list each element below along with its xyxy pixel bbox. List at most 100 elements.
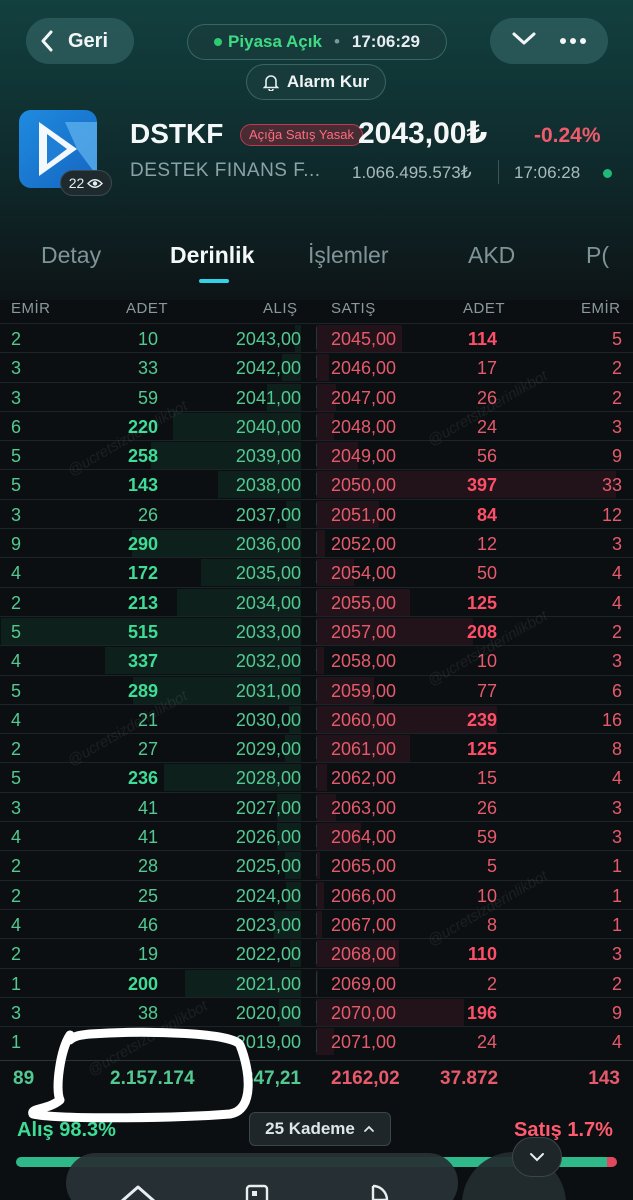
bid-qty-cell: 200 bbox=[127, 973, 158, 994]
ask-orders-cell: 16 bbox=[601, 709, 622, 730]
depth-row[interactable]: 2 10 2043,00 2045,00 114 5 bbox=[0, 323, 633, 352]
depth-table-header: EMİR ADET ALIŞ SATIŞ ADET EMİR bbox=[0, 293, 633, 323]
ask-orders-cell: 4 bbox=[611, 1032, 622, 1053]
ask-orders-cell: 12 bbox=[601, 504, 622, 525]
column-divider bbox=[316, 707, 317, 730]
tab-derinlik[interactable]: Derinlik bbox=[170, 242, 254, 269]
tab-islemler[interactable]: İşlemler bbox=[308, 242, 389, 269]
home-icon[interactable] bbox=[118, 1183, 158, 1200]
column-divider bbox=[316, 1030, 317, 1053]
column-divider bbox=[316, 825, 317, 848]
bid-orders-cell: 5 bbox=[11, 680, 22, 701]
depth-row[interactable]: 5 289 2031,00 2059,00 77 6 bbox=[0, 674, 633, 704]
depth-row[interactable]: 5 143 2038,00 2050,00 397 33 bbox=[0, 469, 633, 499]
back-button[interactable]: Geri bbox=[26, 18, 134, 64]
depth-row[interactable]: 4 41 2026,00 2064,00 59 3 bbox=[0, 821, 633, 851]
depth-row[interactable]: 3 26 2037,00 2051,00 84 12 bbox=[0, 498, 633, 528]
bid-price-cell: 2037,00 bbox=[235, 504, 301, 525]
bid-price-cell: 2025,00 bbox=[235, 856, 301, 877]
bid-orders-cell: 3 bbox=[11, 358, 22, 379]
viewers-badge: 22 bbox=[60, 170, 112, 196]
pie-chart-icon[interactable] bbox=[356, 1183, 390, 1200]
ask-volume-bar bbox=[316, 764, 328, 792]
volume: 1.066.495.573₺ bbox=[352, 163, 472, 182]
bid-price-cell: 2023,00 bbox=[235, 914, 301, 935]
bid-price-cell: 2042,00 bbox=[235, 358, 301, 379]
col-bid-price: ALIŞ bbox=[263, 300, 298, 317]
depth-row[interactable]: 1 200 2021,00 2069,00 2 2 bbox=[0, 967, 633, 997]
depth-row[interactable]: 6 220 2040,00 2048,00 24 3 bbox=[0, 410, 633, 440]
depth-row[interactable]: 4 21 2030,00 2060,00 239 16 bbox=[0, 703, 633, 733]
sell-ratio-fill bbox=[606, 1157, 617, 1167]
portfolio-icon[interactable] bbox=[244, 1183, 270, 1200]
bid-orders-cell: 2 bbox=[11, 885, 22, 906]
bell-icon bbox=[262, 75, 279, 91]
column-divider bbox=[316, 561, 317, 584]
ask-orders-cell: 3 bbox=[611, 827, 622, 848]
bid-orders-cell: 3 bbox=[11, 504, 22, 525]
bid-orders-cell: 4 bbox=[11, 563, 22, 584]
ask-orders-cell: 8 bbox=[611, 739, 622, 760]
col-bid-orders: EMİR bbox=[11, 300, 51, 317]
market-status-text: Piyasa Açık bbox=[228, 32, 322, 51]
ask-qty-cell: 125 bbox=[466, 739, 497, 760]
levels-selector[interactable]: 25 Kademe bbox=[249, 1112, 391, 1146]
bid-price-cell: 2022,00 bbox=[235, 944, 301, 965]
chevron-left-icon bbox=[41, 30, 53, 52]
market-open-dot bbox=[214, 38, 223, 46]
column-divider bbox=[316, 473, 317, 496]
bid-qty-cell: 289 bbox=[127, 680, 158, 701]
scroll-down-button[interactable] bbox=[512, 1137, 562, 1177]
column-divider bbox=[316, 356, 317, 379]
total-ask-orders: 143 bbox=[588, 1068, 620, 1089]
depth-row[interactable]: 4 337 2032,00 2058,00 10 3 bbox=[0, 645, 633, 675]
bid-qty-cell: 38 bbox=[137, 1002, 158, 1023]
bid-qty-cell: 19 bbox=[137, 944, 158, 965]
ask-volume-bar bbox=[316, 354, 329, 382]
depth-row[interactable]: 4 172 2035,00 2054,00 50 4 bbox=[0, 557, 633, 587]
more-options-icon[interactable] bbox=[559, 32, 587, 50]
col-ask-orders: EMİR bbox=[581, 300, 621, 317]
ask-orders-cell: 2 bbox=[611, 387, 622, 408]
column-divider bbox=[316, 971, 317, 994]
depth-row[interactable]: 4 46 2023,00 2067,00 8 1 bbox=[0, 908, 633, 938]
bid-qty-cell: 258 bbox=[127, 446, 158, 467]
column-divider bbox=[316, 737, 317, 760]
chevron-down-icon[interactable] bbox=[511, 31, 537, 52]
bid-orders-cell: 6 bbox=[11, 416, 22, 437]
ask-orders-cell: 33 bbox=[601, 475, 622, 496]
set-alarm-button[interactable]: Alarm Kur bbox=[246, 64, 386, 100]
tab-more[interactable]: P( bbox=[586, 242, 609, 269]
status-separator: • bbox=[333, 32, 340, 51]
depth-row[interactable]: 3 41 2027,00 2063,00 26 3 bbox=[0, 791, 633, 821]
ask-qty-cell: 17 bbox=[476, 358, 497, 379]
ask-price-cell: 2049,00 bbox=[331, 446, 397, 467]
ask-orders-cell: 3 bbox=[611, 651, 622, 672]
ask-qty-cell: 239 bbox=[466, 709, 497, 730]
ask-price-cell: 2067,00 bbox=[331, 914, 397, 935]
ask-qty-cell: 59 bbox=[476, 827, 497, 848]
ask-qty-cell: 56 bbox=[476, 446, 497, 467]
depth-row[interactable]: 3 38 2020,00 2070,00 196 9 bbox=[0, 996, 633, 1026]
bid-orders-cell: 3 bbox=[11, 797, 22, 818]
bid-price-cell: 2038,00 bbox=[235, 475, 301, 496]
column-divider bbox=[316, 502, 317, 525]
col-bid-qty: ADET bbox=[126, 300, 169, 317]
tab-akd[interactable]: AKD bbox=[468, 242, 515, 269]
bid-qty-cell: 41 bbox=[137, 827, 158, 848]
depth-row[interactable]: 5 236 2028,00 2062,00 15 4 bbox=[0, 762, 633, 792]
depth-row[interactable]: 1 2019,00 2071,00 24 4 bbox=[0, 1026, 633, 1056]
depth-row[interactable]: 9 290 2036,00 2052,00 12 3 bbox=[0, 528, 633, 558]
company-name: DESTEK FINANS F... bbox=[130, 160, 321, 181]
bid-orders-cell: 2 bbox=[11, 329, 22, 349]
short-sale-badge: Açığa Satış Yasak bbox=[240, 124, 364, 146]
column-divider bbox=[316, 854, 317, 877]
bid-price-cell: 2031,00 bbox=[235, 680, 301, 701]
tab-detay[interactable]: Detay bbox=[41, 242, 101, 269]
ask-qty-cell: 50 bbox=[476, 563, 497, 584]
bid-qty-cell: 10 bbox=[137, 329, 158, 349]
ask-price-cell: 2048,00 bbox=[331, 416, 397, 437]
ask-orders-cell: 1 bbox=[611, 914, 622, 935]
depth-row[interactable]: 2 19 2022,00 2068,00 110 3 bbox=[0, 938, 633, 968]
ask-price-cell: 2055,00 bbox=[331, 592, 397, 613]
